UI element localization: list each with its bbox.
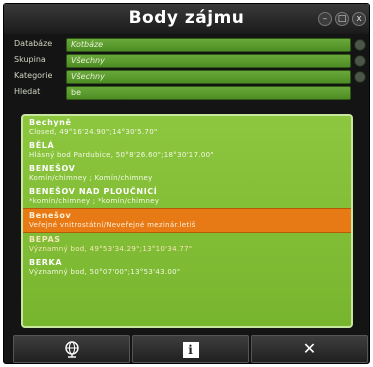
category-row: Kategorie Všechny [10, 70, 366, 85]
close-button[interactable]: ✕ [251, 335, 368, 363]
info-button[interactable]: i [132, 335, 249, 363]
category-label: Kategorie [14, 71, 53, 80]
item-description: Hlásný bod Pardubice, 50°8'26.60";18°30'… [29, 151, 214, 159]
group-select[interactable]: Všechny [66, 54, 351, 68]
category-select[interactable]: Všechny [66, 70, 351, 84]
database-row: Databáze Kotbáze [10, 38, 366, 53]
list-item[interactable]: BEPAS Významný bod, 49°53'34.29";13°10'3… [23, 233, 351, 256]
item-name: Bechyně [29, 118, 72, 127]
list-item[interactable]: BENEŠOV NAD PLOUČNICÍ *komín/chimney ; *… [23, 185, 351, 208]
item-description: Veřejné vnitrostátní/Neveřejné mezinár.l… [29, 221, 196, 229]
category-dropdown-icon[interactable] [354, 71, 366, 83]
close-window-button[interactable]: x [352, 12, 366, 26]
title-bar[interactable]: Body zájmu – □ x [4, 4, 369, 34]
list-item[interactable]: BENEŠOV Komín/chimney ; Komín/chimney [23, 162, 351, 185]
close-icon: ✕ [302, 339, 317, 358]
group-dropdown-icon[interactable] [354, 55, 366, 67]
map-button[interactable] [13, 335, 130, 363]
item-name: BENEŠOV [29, 164, 76, 173]
database-label: Databáze [14, 39, 53, 48]
item-description: Closed, 49°16'24.90";14°30'5.70" [29, 128, 158, 136]
item-name: BĚLÁ [29, 141, 55, 150]
item-name: BENEŠOV NAD PLOUČNICÍ [29, 187, 158, 196]
item-description: *komín/chimney ; *komín/chimney [29, 197, 160, 205]
globe-icon [64, 341, 79, 358]
list-item[interactable]: BĚLÁ Hlásný bod Pardubice, 50°8'26.60";1… [23, 139, 351, 162]
search-label: Hledat [14, 87, 41, 96]
list-item[interactable]: Bechyně Closed, 49°16'24.90";14°30'5.70" [23, 116, 351, 139]
maximize-button[interactable]: □ [335, 12, 349, 26]
item-name: Benešov [29, 211, 72, 220]
minimize-button[interactable]: – [318, 12, 332, 26]
poi-window: Body zájmu – □ x Databáze Kotbáze Skupin… [3, 3, 370, 364]
item-name: BERKA [29, 258, 63, 267]
search-input[interactable]: be [66, 86, 351, 100]
bottom-toolbar: i ✕ [7, 335, 368, 363]
poi-list[interactable]: Bechyně Closed, 49°16'24.90";14°30'5.70"… [21, 114, 353, 328]
item-description: Komín/chimney ; Komín/chimney [29, 174, 153, 182]
window-title: Body zájmu [128, 8, 245, 28]
group-label: Skupina [14, 55, 46, 64]
list-item-selected[interactable]: Benešov Veřejné vnitrostátní/Neveřejné m… [23, 208, 351, 233]
info-icon: i [182, 342, 199, 358]
database-dropdown-icon[interactable] [354, 39, 366, 51]
group-row: Skupina Všechny [10, 54, 366, 69]
item-description: Významný bod, 50°07'00";13°53'43.00" [29, 268, 181, 276]
list-item[interactable]: BERKA Významný bod, 50°07'00";13°53'43.0… [23, 256, 351, 279]
database-select[interactable]: Kotbáze [66, 38, 351, 52]
search-row: Hledat be [10, 86, 366, 101]
item-description: Významný bod, 49°53'34.29";13°10'34.77" [29, 245, 193, 253]
item-name: BEPAS [29, 235, 61, 244]
